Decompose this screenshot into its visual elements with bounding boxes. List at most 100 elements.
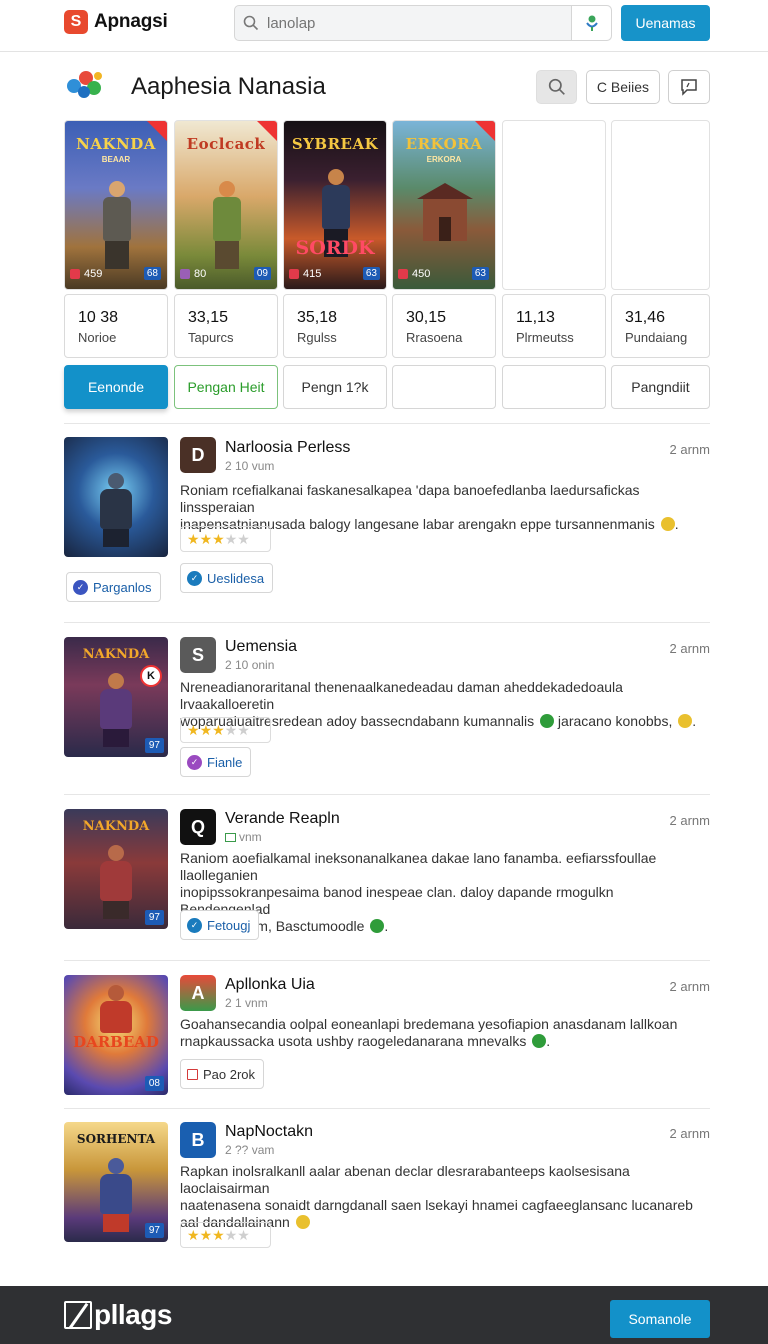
tile-subtitle: BEAAR (101, 155, 131, 164)
stat-value: 33,15 (188, 309, 229, 326)
page-title: Aaphesia Nanasia (131, 73, 326, 100)
stat-card[interactable]: 11,13 Plrmeutss (502, 294, 606, 358)
thumb-badge: 08 (144, 1076, 164, 1091)
stat-card[interactable]: 35,18 Rgulss (283, 294, 387, 358)
check-emoji-icon (370, 919, 385, 933)
filter-button[interactable]: Pangndiit (611, 365, 710, 409)
post-time: 2 arnm (669, 979, 710, 994)
stat-card[interactable]: 10 38 Norioe (64, 294, 168, 358)
filter-button[interactable] (502, 365, 606, 409)
top-bar: S Apnagsi Uenamas (0, 0, 768, 52)
thumb-character (92, 473, 140, 547)
footer-logo[interactable]: pllags (64, 1299, 172, 1331)
tile-character (95, 181, 139, 269)
tile-stat-left: 415 (289, 268, 321, 280)
stat-card[interactable]: 31,46 Pundaiang (611, 294, 710, 358)
smile-emoji-icon (660, 517, 675, 531)
post-meta: 2 1 vnm (225, 996, 268, 1010)
rating-stars[interactable]: ★ ★ ★ ★ ★ (180, 526, 271, 552)
search-icon (235, 6, 267, 40)
post-author[interactable]: NapNoctakn (225, 1123, 313, 1141)
tile-ribbon (475, 121, 495, 141)
post-author[interactable]: Uemensia (225, 638, 297, 656)
stat-card[interactable]: 30,15 Rrasoena (392, 294, 496, 358)
thumb-character (92, 1158, 140, 1232)
post-tag[interactable]: ✓ Parganlos (66, 572, 161, 602)
thumb-character (92, 845, 140, 919)
post-author[interactable]: Verande Reapln (225, 810, 340, 828)
post-time: 2 arnm (669, 442, 710, 457)
post-thumbnail[interactable]: NAKNDA 97 (64, 809, 168, 929)
empty-tile[interactable] (611, 120, 710, 290)
thumb-title: SORHENTA (76, 1132, 156, 1146)
filter-button[interactable] (392, 365, 496, 409)
stat-value: 30,15 (406, 309, 447, 326)
search-bar[interactable] (234, 5, 612, 41)
post-tag[interactable]: Pao 2rok (180, 1059, 265, 1089)
filter-button[interactable]: Pengn 1?k (283, 365, 387, 409)
header-search-button[interactable] (536, 70, 577, 104)
post-avatar[interactable]: S (180, 637, 216, 673)
post-thumbnail[interactable]: NAKNDA K 97 (64, 637, 168, 757)
rating-stars[interactable]: ★ ★ ★ ★ ★ (180, 1222, 271, 1248)
beles-label: C Beiies (596, 79, 650, 95)
thumb-character (92, 985, 140, 1035)
game-tile[interactable]: Eoclcack 80 09 (174, 120, 278, 290)
tile-character (205, 181, 249, 269)
divider (64, 794, 710, 795)
post-tag[interactable]: ✓ Ueslidesa (180, 563, 274, 593)
chat-button[interactable] (668, 70, 710, 104)
post-avatar[interactable]: Q (180, 809, 216, 845)
tile-stat-right: 68 (143, 267, 161, 280)
thumb-badge: 97 (144, 910, 164, 925)
post-tag[interactable]: ✓ Fetougj (180, 910, 260, 940)
empty-tile[interactable] (502, 120, 606, 290)
tile-big-text: SORDK (295, 237, 375, 259)
post-meta: vnm (225, 830, 262, 844)
game-tile[interactable]: NAKNDA BEAAR 459 68 (64, 120, 168, 290)
divider (64, 960, 710, 961)
beles-button[interactable]: C Beiies (586, 70, 660, 104)
tile-stat-left: 459 (70, 268, 102, 280)
post-tag[interactable]: ✓ Fianle (180, 747, 252, 777)
app-logo[interactable]: S Apnagsi (64, 10, 168, 34)
footer-logo-text: pllags (94, 1299, 172, 1330)
post-avatar[interactable]: B (180, 1122, 216, 1158)
post-avatar[interactable]: A (180, 975, 216, 1011)
top-cta-button[interactable]: Uenamas (621, 5, 710, 41)
game-tile[interactable]: ERKORA ERKORA 450 63 (392, 120, 496, 290)
tile-stat-right: 63 (362, 267, 380, 280)
search-input[interactable] (267, 8, 567, 38)
stat-label: Pundaiang (625, 330, 688, 345)
stat-card[interactable]: 33,15 Tapurcs (174, 294, 278, 358)
stat-value: 10 38 (78, 309, 119, 326)
thumb-badge: 97 (144, 1223, 164, 1238)
tile-title: SYBREAK (291, 135, 379, 153)
thumb-badge: 97 (144, 738, 164, 753)
thumb-title: NAKNDA (82, 647, 150, 662)
stat-label: Tapurcs (188, 330, 234, 345)
post-avatar[interactable]: D (180, 437, 216, 473)
post-author[interactable]: Apllonka Uia (225, 976, 315, 994)
tile-castle (415, 183, 475, 241)
check-emoji-icon (532, 1034, 547, 1048)
game-tile[interactable]: SYBREAK SORDK 415 63 (283, 120, 387, 290)
rating-stars[interactable]: ★ ★ ★ ★ ★ (180, 717, 271, 743)
voice-search-icon[interactable] (571, 6, 611, 40)
post-author[interactable]: Narloosia Perless (225, 439, 350, 457)
post-thumbnail[interactable] (64, 437, 168, 557)
check-emoji-icon (540, 714, 555, 728)
post-thumbnail[interactable]: SORHENTA 97 (64, 1122, 168, 1242)
stat-label: Rgulss (297, 330, 337, 345)
image-icon (187, 1068, 198, 1080)
tile-stat-right: 09 (253, 267, 271, 280)
image-icon (225, 833, 236, 842)
footer-cta-button[interactable]: Somanole (610, 1300, 710, 1338)
stat-value: 31,46 (625, 309, 666, 326)
filter-button[interactable]: Pengan Heit (174, 365, 278, 409)
filter-button-primary[interactable]: Eenonde (64, 365, 168, 409)
search-icon (548, 78, 565, 95)
post-thumbnail[interactable]: DARBEAD 08 (64, 975, 168, 1095)
thumb-character (92, 673, 140, 747)
post-time: 2 arnm (669, 813, 710, 828)
